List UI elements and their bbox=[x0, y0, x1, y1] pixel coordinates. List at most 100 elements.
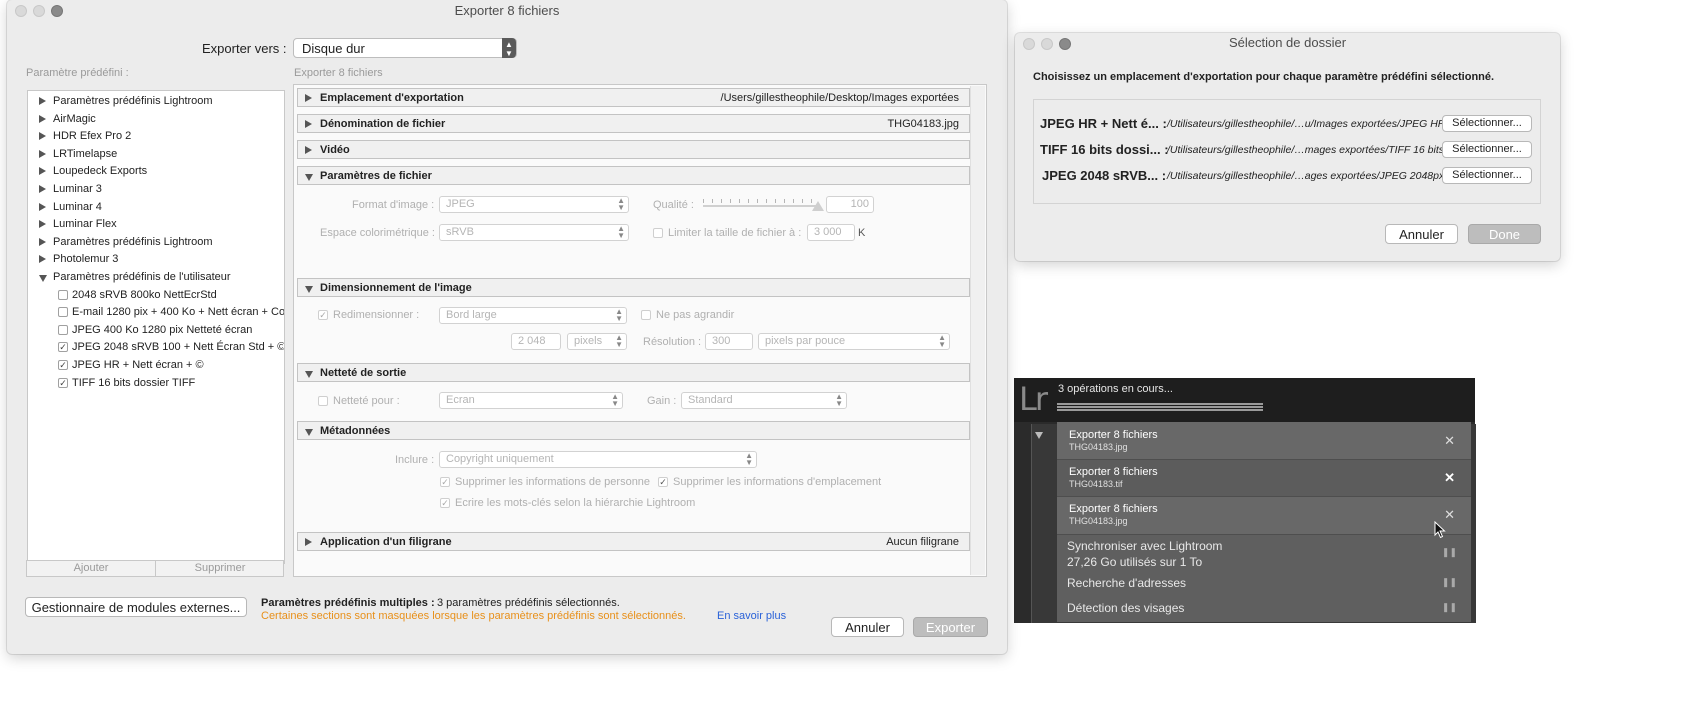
preset-item[interactable]: ✓ JPEG HR + Nett écran + © bbox=[28, 356, 284, 374]
cancel-folder-button[interactable]: Annuler bbox=[1385, 224, 1458, 244]
done-button[interactable]: Done bbox=[1468, 224, 1541, 244]
resize-checkbox[interactable]: ✓ bbox=[318, 310, 328, 320]
preset-folder[interactable]: Luminar 3 bbox=[28, 180, 284, 198]
remove-person-checkbox[interactable]: ✓ bbox=[440, 477, 450, 487]
section-export-location[interactable]: Emplacement d'exportation /Users/gillest… bbox=[297, 88, 970, 107]
section-output-sharpening[interactable]: Netteté de sortie bbox=[297, 363, 970, 382]
operation-row: Exporter 8 fichiers THG04183.tif ✕ bbox=[1057, 460, 1471, 497]
disclosure-right-icon[interactable] bbox=[39, 149, 46, 158]
disclosure-right-icon[interactable] bbox=[39, 220, 46, 229]
preset-checkbox[interactable] bbox=[58, 324, 68, 335]
format-select[interactable]: JPEG ▲ ▼ bbox=[439, 196, 629, 213]
close-window-button[interactable] bbox=[1023, 38, 1035, 50]
select-folder-button[interactable]: Sélectionner... bbox=[1442, 167, 1532, 184]
preset-item[interactable]: ✓ TIFF 16 bits dossier TIFF bbox=[28, 374, 284, 392]
folder-row-path: /Utilisateurs/gillestheophile/…ages expo… bbox=[1167, 170, 1445, 182]
resolution-unit-select[interactable]: pixels par pouce ▲ ▼ bbox=[758, 333, 950, 350]
plugin-manager-button[interactable]: Gestionnaire de modules externes... bbox=[25, 597, 247, 617]
operation-file: THG04183.jpg bbox=[1069, 516, 1128, 526]
resize-select[interactable]: Bord large ▲ ▼ bbox=[439, 307, 627, 324]
resolution-input[interactable]: 300 bbox=[705, 333, 753, 350]
select-folder-button[interactable]: Sélectionner... bbox=[1442, 141, 1532, 158]
slider-thumb[interactable] bbox=[811, 201, 824, 211]
preset-folder[interactable]: Paramètres prédéfinis de l'utilisateur bbox=[28, 268, 284, 286]
zoom-window-button[interactable] bbox=[51, 5, 63, 17]
quality-slider[interactable] bbox=[703, 199, 824, 211]
quality-value: 100 bbox=[850, 198, 869, 210]
minimize-window-button[interactable] bbox=[1041, 38, 1053, 50]
disclosure-right-icon[interactable] bbox=[39, 237, 46, 246]
limit-size-input[interactable]: 3 000 bbox=[807, 224, 855, 241]
export-button[interactable]: Exporter bbox=[913, 617, 988, 637]
remove-location-checkbox[interactable]: ✓ bbox=[658, 477, 668, 487]
preset-folder[interactable]: Paramètres prédéfinis Lightroom bbox=[28, 92, 284, 110]
section-image-sizing[interactable]: Dimensionnement de l'image bbox=[297, 278, 970, 297]
remove-preset-button[interactable]: Supprimer bbox=[156, 561, 284, 576]
preset-folder[interactable]: Photolemur 3 bbox=[28, 250, 284, 268]
preset-folder[interactable]: Loupedeck Exports bbox=[28, 162, 284, 180]
close-window-button[interactable] bbox=[15, 5, 27, 17]
select-folder-button[interactable]: Sélectionner... bbox=[1442, 115, 1532, 132]
disclosure-right-icon[interactable] bbox=[39, 114, 46, 123]
disclosure-right-icon[interactable] bbox=[39, 167, 46, 176]
section-metadata[interactable]: Métadonnées bbox=[297, 421, 970, 440]
disclosure-right-icon[interactable] bbox=[39, 202, 46, 211]
no-enlarge-checkbox[interactable] bbox=[641, 310, 651, 320]
format-value: JPEG bbox=[446, 198, 475, 210]
cancel-export-button[interactable]: Annuler bbox=[831, 617, 904, 637]
learn-more-link[interactable]: En savoir plus bbox=[717, 610, 786, 622]
preset-checkbox[interactable] bbox=[58, 289, 68, 300]
export-to-select[interactable]: Disque dur ▲ ▼ bbox=[293, 38, 517, 58]
preset-folder[interactable]: Luminar 4 bbox=[28, 198, 284, 216]
preset-item[interactable]: ✓ JPEG 2048 sRVB 100 + Nett Écran Std + © bbox=[28, 338, 284, 356]
size-unit-select[interactable]: pixels ▲ ▼ bbox=[567, 333, 627, 350]
cancel-operation-icon[interactable]: ✕ bbox=[1444, 470, 1455, 486]
sharpen-select[interactable]: Ecran ▲ ▼ bbox=[439, 392, 623, 409]
sharpen-checkbox[interactable] bbox=[318, 396, 328, 406]
gain-select[interactable]: Standard ▲ ▼ bbox=[681, 392, 847, 409]
disclosure-right-icon[interactable] bbox=[39, 132, 46, 141]
operations-status: 3 opérations en cours... bbox=[1058, 383, 1173, 395]
pause-icon[interactable]: ❚❚ bbox=[1442, 602, 1457, 613]
section-file-naming[interactable]: Dénomination de fichier THG04183.jpg bbox=[297, 114, 970, 133]
quality-input[interactable]: 100 bbox=[826, 196, 874, 213]
preset-folder[interactable]: LRTimelapse bbox=[28, 145, 284, 163]
settings-scrollbar[interactable] bbox=[970, 86, 985, 575]
preset-checkbox[interactable]: ✓ bbox=[58, 360, 68, 370]
preset-checkbox[interactable]: ✓ bbox=[58, 377, 68, 388]
preset-item[interactable]: 2048 sRVB 800ko NettEcrStd bbox=[28, 286, 284, 304]
write-keywords-checkbox[interactable]: ✓ bbox=[440, 498, 450, 508]
include-select[interactable]: Copyright uniquement ▲ ▼ bbox=[439, 451, 757, 468]
limit-size-checkbox[interactable] bbox=[653, 228, 663, 238]
preset-item[interactable]: JPEG 400 Ko 1280 pix Netteté écran bbox=[28, 321, 284, 339]
colorspace-select[interactable]: sRVB ▲ ▼ bbox=[439, 224, 629, 241]
disclosure-right-icon[interactable] bbox=[39, 185, 46, 193]
preset-folder[interactable]: AirMagic bbox=[28, 110, 284, 128]
gain-value: Standard bbox=[688, 394, 733, 406]
export-window-title: Exporter 8 fichiers bbox=[454, 3, 560, 18]
export-to-label: Exporter vers : bbox=[202, 41, 287, 56]
disclosure-right-icon[interactable] bbox=[39, 97, 46, 105]
section-file-settings[interactable]: Paramètres de fichier bbox=[297, 166, 970, 185]
sync-usage: 27,26 Go utilisés sur 1 To bbox=[1067, 555, 1203, 569]
preset-checkbox[interactable] bbox=[58, 307, 68, 318]
preset-checkbox[interactable]: ✓ bbox=[58, 342, 68, 353]
disclosure-right-icon[interactable] bbox=[39, 255, 46, 264]
preset-folder[interactable]: Luminar Flex bbox=[28, 215, 284, 233]
preset-item-label: 2048 sRVB 800ko NettEcrStd bbox=[72, 288, 217, 301]
preset-folder[interactable]: Paramètres prédéfinis Lightroom bbox=[28, 233, 284, 251]
disclosure-down-icon[interactable] bbox=[39, 275, 47, 282]
pause-icon[interactable]: ❚❚ bbox=[1442, 577, 1457, 588]
preset-folder[interactable]: HDR Efex Pro 2 bbox=[28, 127, 284, 145]
preset-item[interactable]: E-mail 1280 pix + 400 Ko + Nett écran + … bbox=[28, 303, 284, 321]
resolution-value: 300 bbox=[712, 335, 731, 347]
pause-icon[interactable]: ❚❚ bbox=[1442, 547, 1457, 558]
section-watermark[interactable]: Application d'un filigrane Aucun filigra… bbox=[297, 532, 970, 551]
size-unit-value: pixels bbox=[574, 335, 603, 347]
minimize-window-button[interactable] bbox=[33, 5, 45, 17]
zoom-window-button[interactable] bbox=[1059, 38, 1071, 50]
add-preset-button[interactable]: Ajouter bbox=[27, 561, 156, 576]
section-video[interactable]: Vidéo bbox=[297, 140, 970, 159]
cancel-operation-icon[interactable]: ✕ bbox=[1444, 433, 1455, 449]
size-input[interactable]: 2 048 bbox=[511, 333, 561, 350]
